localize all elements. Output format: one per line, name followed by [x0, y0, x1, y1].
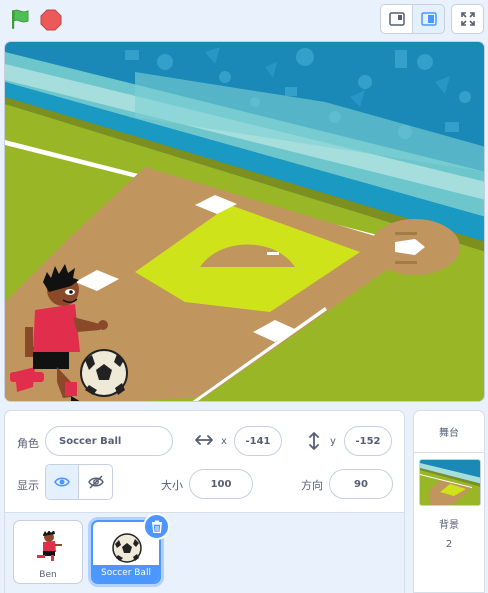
- sprite-tile-ben[interactable]: Ben: [13, 520, 83, 584]
- large-stage-button[interactable]: [412, 4, 445, 34]
- delete-sprite-button[interactable]: [143, 513, 170, 540]
- sprite-tile-name: Ben: [39, 570, 57, 580]
- stage-thumbnail[interactable]: [419, 459, 481, 506]
- stage-selector[interactable]: 舞台 背景 2: [413, 410, 485, 593]
- large-stage-icon: [420, 12, 437, 26]
- fullscreen-button[interactable]: [451, 4, 484, 34]
- small-stage-button[interactable]: [380, 4, 413, 34]
- eye-slash-icon: [87, 475, 104, 489]
- stage-canvas[interactable]: [4, 41, 485, 402]
- show-visible-button[interactable]: [46, 465, 80, 499]
- small-stage-icon: [388, 12, 405, 26]
- y-arrows-icon: [309, 432, 319, 450]
- x-field[interactable]: -141: [234, 426, 282, 456]
- soccer-ball-thumbnail: [112, 533, 142, 563]
- stage-controls-bar: [0, 0, 488, 40]
- size-field[interactable]: 100: [189, 469, 253, 499]
- show-toggle-group: [45, 464, 113, 500]
- direction-label: 方向: [301, 479, 323, 492]
- green-flag-icon[interactable]: [9, 8, 31, 30]
- sprite-name-field[interactable]: Soccer Ball: [45, 426, 173, 456]
- backdrops-count: 2: [445, 539, 453, 550]
- sprite-label: 角色: [17, 437, 39, 450]
- backdrops-label: 背景: [439, 520, 459, 531]
- trash-icon: [151, 520, 162, 533]
- x-arrows-icon: [195, 435, 213, 445]
- fullscreen-icon: [460, 12, 475, 26]
- show-hidden-button[interactable]: [79, 465, 112, 499]
- soccer-ball-sprite[interactable]: [80, 349, 128, 397]
- size-label: 大小: [161, 479, 183, 492]
- ben-thumbnail: [37, 531, 62, 561]
- stage-header: 舞台: [414, 411, 484, 453]
- y-label: y: [330, 436, 336, 447]
- sprite-info-panel: 角色 Soccer Ball x -141 y -152 显示 大小 100 方…: [4, 410, 405, 513]
- y-field[interactable]: -152: [344, 426, 392, 456]
- sprite-tile-name: Soccer Ball: [93, 565, 159, 582]
- eye-icon: [54, 477, 70, 487]
- stop-icon[interactable]: [40, 9, 62, 31]
- sprite-list: Ben Soccer Ball: [4, 513, 405, 593]
- direction-field[interactable]: 90: [329, 469, 393, 499]
- show-label: 显示: [17, 479, 39, 492]
- x-label: x: [221, 436, 227, 447]
